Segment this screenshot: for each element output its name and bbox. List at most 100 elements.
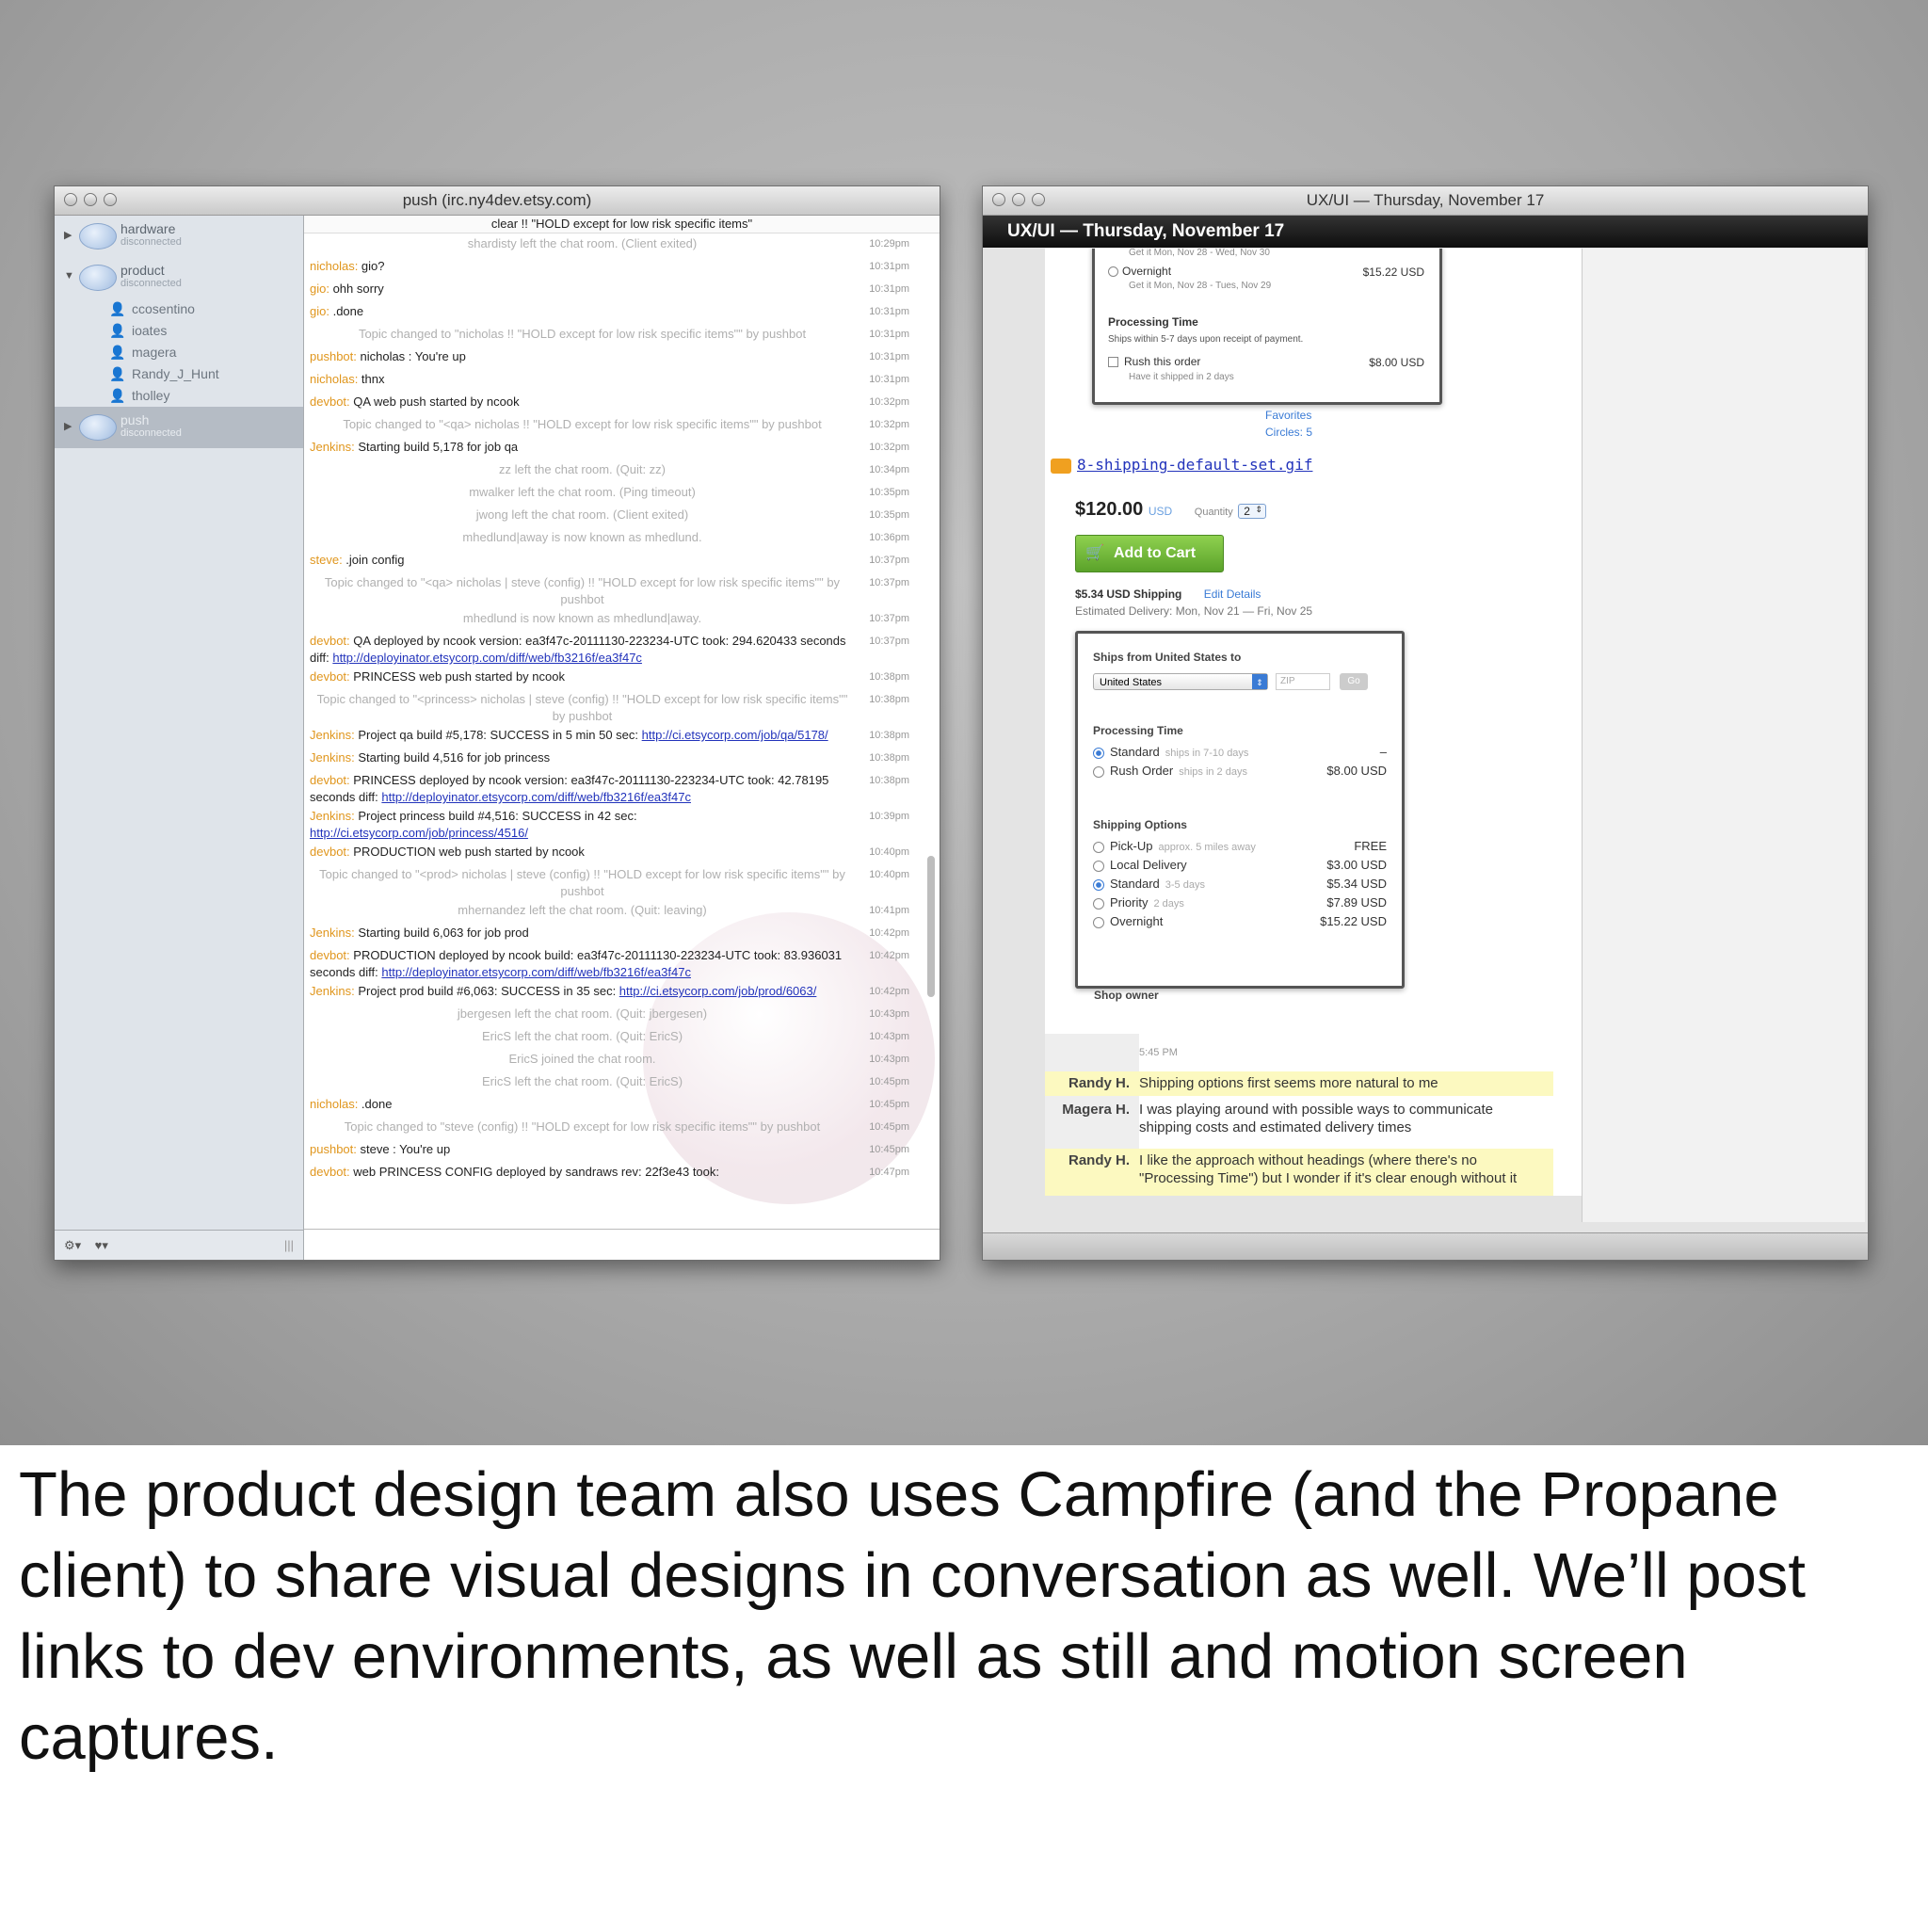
shipping-option[interactable]: Pick-Up approx. 5 miles away FREE — [1093, 839, 1387, 860]
message-link[interactable]: http://deployinator.etsycorp.com/diff/we… — [381, 790, 691, 804]
nick[interactable]: gio: — [310, 282, 329, 296]
close-button[interactable] — [992, 193, 1005, 206]
attachment-row[interactable]: 8-shipping-default-set.gif — [1051, 456, 1312, 474]
nick[interactable]: nicholas: — [310, 1097, 358, 1111]
chat-log[interactable]: clear !! "HOLD except for low risk speci… — [304, 216, 940, 1230]
go-button[interactable]: Go — [1340, 673, 1368, 690]
shipping-option[interactable]: Local Delivery $3.00 USD — [1093, 858, 1387, 878]
nick[interactable]: devbot: — [310, 634, 350, 648]
shipping-option[interactable]: Priority 2 days $7.89 USD — [1093, 895, 1387, 916]
message-time: 10:31pm — [869, 329, 909, 340]
nick[interactable]: devbot: — [310, 845, 350, 859]
radio-selected-icon[interactable] — [1093, 747, 1104, 759]
circles-link[interactable]: Circles: 5 — [1265, 426, 1312, 439]
user-list-item[interactable]: 👤 magera — [55, 342, 303, 363]
chat-message: pushbot: steve : You're up 10:45pm — [304, 1140, 913, 1163]
nick[interactable]: nicholas: — [310, 259, 358, 273]
radio-icon[interactable] — [1108, 266, 1118, 278]
nick[interactable]: pushbot: — [310, 349, 357, 363]
window-controls[interactable] — [992, 193, 1045, 206]
shipping-option[interactable]: Standard 3-5 days $5.34 USD — [1093, 877, 1387, 897]
server-item-push[interactable]: ▶ push disconnected — [55, 407, 303, 448]
campfire-titlebar[interactable]: UX/UI — Thursday, November 17 — [983, 186, 1868, 216]
country-select[interactable]: United States ⇕ — [1093, 673, 1268, 690]
nick[interactable]: nicholas: — [310, 372, 358, 386]
nick[interactable]: gio: — [310, 304, 329, 318]
checkbox-icon[interactable] — [1108, 357, 1118, 368]
processing-option[interactable]: Rush Order ships in 2 days $8.00 USD — [1093, 764, 1387, 784]
message-link[interactable]: http://deployinator.etsycorp.com/diff/we… — [381, 965, 691, 979]
minimize-button[interactable] — [1012, 193, 1025, 206]
user-list-item[interactable]: 👤 ioates — [55, 320, 303, 342]
chat-message: Topic changed to "<qa> nicholas | steve … — [304, 573, 913, 609]
vertical-scrollbar[interactable] — [926, 244, 936, 1220]
message-body: steve : You're up — [356, 1142, 451, 1156]
message-text: I was playing around with possible ways … — [1139, 1102, 1494, 1135]
zip-input[interactable]: ZIP — [1276, 673, 1330, 690]
message-text: steve: .join config — [304, 552, 855, 572]
radio-icon[interactable] — [1093, 897, 1104, 910]
shipping-option[interactable]: Overnight $15.22 USD — [1093, 914, 1387, 935]
add-to-cart-button[interactable]: 🛒 Add to Cart — [1075, 535, 1224, 572]
close-button[interactable] — [64, 193, 77, 206]
zoom-button[interactable] — [1032, 193, 1045, 206]
message-link[interactable]: http://ci.etsycorp.com/job/prod/6063/ — [619, 984, 817, 998]
disclosure-right-icon[interactable]: ▶ — [64, 229, 72, 241]
message-link[interactable]: http://ci.etsycorp.com/job/princess/4516… — [310, 826, 528, 840]
minimize-button[interactable] — [84, 193, 97, 206]
server-sidebar: ▶ hardware disconnected ▼ product discon… — [55, 216, 304, 1260]
irc-window[interactable]: push (irc.ny4dev.etsy.com) ▶ hardware di… — [54, 185, 940, 1261]
country-value: United States — [1100, 677, 1163, 688]
nick[interactable]: devbot: — [310, 948, 350, 962]
chat-message: EricS left the chat room. (Quit: EricS) 1… — [304, 1027, 913, 1050]
heart-menu-icon[interactable]: ♥▾ — [95, 1238, 108, 1252]
message-body: ohh sorry — [329, 282, 384, 296]
nick[interactable]: devbot: — [310, 669, 350, 684]
rush-option[interactable]: Rush this order — [1108, 355, 1200, 368]
message-link[interactable]: http://deployinator.etsycorp.com/diff/we… — [332, 651, 642, 665]
nick[interactable]: Jenkins: — [310, 809, 355, 823]
mock-shipping-box-top: Get it Mon, Nov 28 - Wed, Nov 30 Overnig… — [1092, 249, 1442, 405]
message-link[interactable]: http://ci.etsycorp.com/job/qa/5178/ — [642, 728, 828, 742]
campfire-window[interactable]: UX/UI — Thursday, November 17 UX/UI — Th… — [982, 185, 1869, 1261]
resize-grip-icon[interactable]: ||| — [284, 1231, 294, 1260]
radio-selected-icon[interactable] — [1093, 878, 1104, 891]
processing-option[interactable]: Standard ships in 7-10 days – — [1093, 745, 1387, 765]
server-item-hardware[interactable]: ▶ hardware disconnected — [55, 216, 303, 257]
radio-icon[interactable] — [1093, 765, 1104, 778]
message-body: Topic changed to "nicholas !! "HOLD exce… — [358, 327, 807, 341]
user-list-item[interactable]: 👤 Randy_J_Hunt — [55, 363, 303, 385]
nick[interactable]: Jenkins: — [310, 984, 355, 998]
user-list-item[interactable]: 👤 tholley — [55, 385, 303, 407]
message-time: 10:45pm — [869, 1144, 909, 1155]
user-list-item[interactable]: 👤 ccosentino — [55, 298, 303, 320]
chat-message: devbot: PRODUCTION deployed by ncook bui… — [304, 946, 913, 982]
nick[interactable]: devbot: — [310, 1165, 350, 1179]
favorites-link[interactable]: Favorites — [1265, 409, 1311, 422]
quantity-select[interactable]: 2 ⇕ — [1238, 504, 1266, 519]
nick[interactable]: devbot: — [310, 394, 350, 409]
server-status: disconnected — [120, 427, 182, 439]
nick[interactable]: Jenkins: — [310, 750, 355, 765]
nick[interactable]: Jenkins: — [310, 728, 355, 742]
nick[interactable]: Jenkins: — [310, 440, 355, 454]
overnight-option[interactable]: Overnight — [1108, 265, 1171, 278]
radio-icon[interactable] — [1093, 860, 1104, 872]
attachment-link[interactable]: 8-shipping-default-set.gif — [1077, 456, 1312, 474]
server-item-product[interactable]: ▼ product disconnected — [55, 257, 303, 298]
nick[interactable]: devbot: — [310, 773, 350, 787]
nick[interactable]: pushbot: — [310, 1142, 357, 1156]
edit-details-link[interactable]: Edit Details — [1204, 588, 1261, 601]
message-input[interactable] — [304, 1229, 940, 1260]
nick[interactable]: steve: — [310, 553, 343, 567]
window-controls[interactable] — [64, 193, 117, 206]
irc-titlebar[interactable]: push (irc.ny4dev.etsy.com) — [55, 186, 940, 216]
zoom-button[interactable] — [104, 193, 117, 206]
gear-menu-icon[interactable]: ⚙▾ — [64, 1238, 81, 1252]
disclosure-down-icon[interactable]: ▼ — [64, 270, 74, 282]
disclosure-right-icon[interactable]: ▶ — [64, 420, 72, 432]
radio-icon[interactable] — [1093, 916, 1104, 928]
scroll-thumb[interactable] — [927, 856, 935, 997]
nick[interactable]: Jenkins: — [310, 926, 355, 940]
radio-icon[interactable] — [1093, 841, 1104, 853]
